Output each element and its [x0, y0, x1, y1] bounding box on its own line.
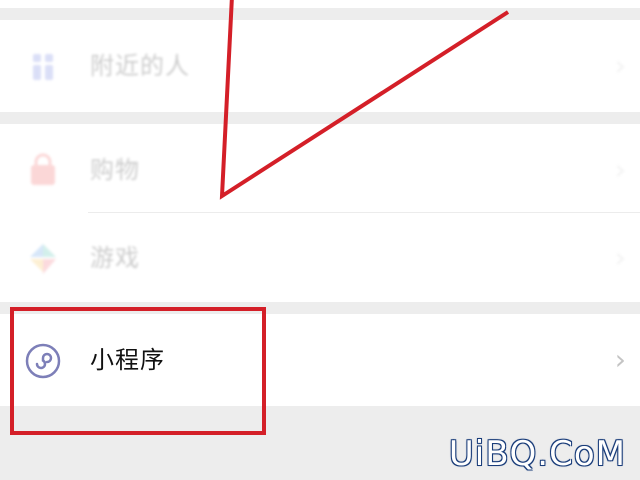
chevron-right-icon: ›: [614, 153, 626, 186]
menu-item-label: 购物: [90, 156, 140, 184]
section-nearby: 附近的人 ›: [0, 20, 640, 112]
shopping-bag-icon: [31, 153, 55, 185]
menu-item-people-nearby[interactable]: 附近的人 ›: [0, 20, 640, 112]
game-icon: [30, 244, 56, 274]
annotation-highlight-box: [10, 307, 266, 435]
chevron-right-icon: ›: [614, 241, 626, 274]
chevron-right-icon: ›: [614, 343, 626, 376]
menu-item-label: 附近的人: [90, 52, 190, 80]
menu-item-label: 游戏: [90, 244, 140, 272]
menu-item-shopping[interactable]: 购物 ›: [0, 124, 640, 216]
people-nearby-icon: [33, 54, 53, 80]
top-section-edge: [0, 0, 640, 8]
watermark: UiBQ.CoM: [448, 434, 626, 474]
menu-item-games[interactable]: 游戏 ›: [0, 212, 640, 304]
section-shopping-games: 购物 › 游戏 ›: [0, 124, 640, 302]
chevron-right-icon: ›: [614, 49, 626, 82]
